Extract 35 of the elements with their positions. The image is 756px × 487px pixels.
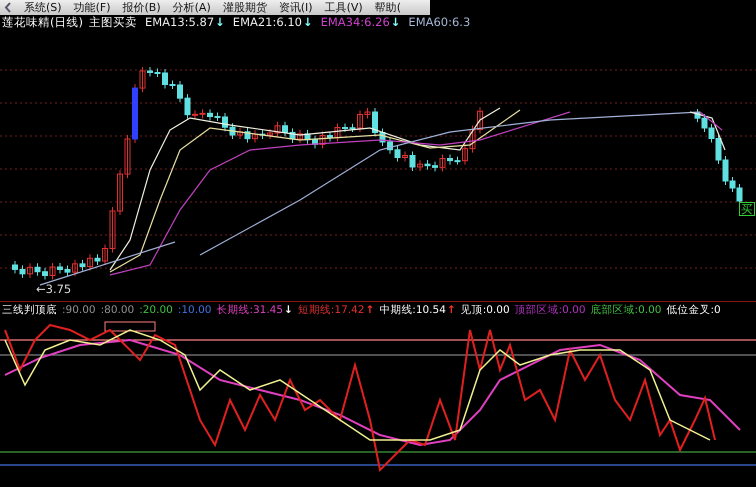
indicator-value: EMA60:6.3 <box>408 15 470 29</box>
menu-item[interactable]: 系统(S) <box>24 0 62 15</box>
menu-item[interactable]: 灌股期货 <box>222 0 267 15</box>
indicator-value: :80.00 <box>100 304 134 316</box>
indicator-value: :20.00 <box>139 304 173 316</box>
chart-title: 莲花味精(日线) <box>2 15 83 29</box>
indicator-value: 顶部区域:0.00 <box>514 303 586 317</box>
indicator-value: 见顶:0.00 <box>460 303 510 317</box>
trend-arrow: ↓ <box>390 15 400 29</box>
buy-signal-label: 买 <box>739 202 755 216</box>
trend-arrow: ↓ <box>302 15 313 29</box>
indicator-value: :10.00 <box>178 304 212 316</box>
indicator-value: EMA34:6.26 <box>320 15 390 29</box>
menu-item[interactable]: 工具(V) <box>324 0 363 15</box>
trend-arrow: ↑ <box>446 304 456 316</box>
indicator-value: 底部区域:0.00 <box>590 303 662 317</box>
trend-arrow: ↓ <box>215 15 225 29</box>
menu-item[interactable]: 分析(A) <box>172 0 211 15</box>
indicator-value: EMA21:6.10 <box>232 15 302 29</box>
indicator-value: 中期线:10.54 <box>379 303 446 317</box>
signal-box <box>104 322 156 332</box>
chart-title: 三线判顶底 <box>2 303 57 317</box>
menu-item[interactable]: 报价(B) <box>122 0 161 15</box>
indicator-value: :90.00 <box>62 304 96 316</box>
indicator-value: 低位金叉:0 <box>666 303 721 317</box>
menu-item[interactable]: 资讯(I) <box>278 0 313 15</box>
chart-subtitle: 主图买卖 <box>88 15 137 29</box>
menu-item[interactable]: 帮助( <box>374 0 401 15</box>
indicator-value: 短期线:17.42 <box>298 303 364 317</box>
indicator-value: EMA13:5.87 <box>144 15 214 29</box>
price-low-label: ←3.75 <box>36 282 72 296</box>
menu-item[interactable]: 功能(F) <box>74 0 110 15</box>
trend-arrow: ↓ <box>284 304 293 316</box>
indicator-value: 长期线:31.45 <box>216 303 284 317</box>
trend-arrow: ↑ <box>365 304 374 316</box>
